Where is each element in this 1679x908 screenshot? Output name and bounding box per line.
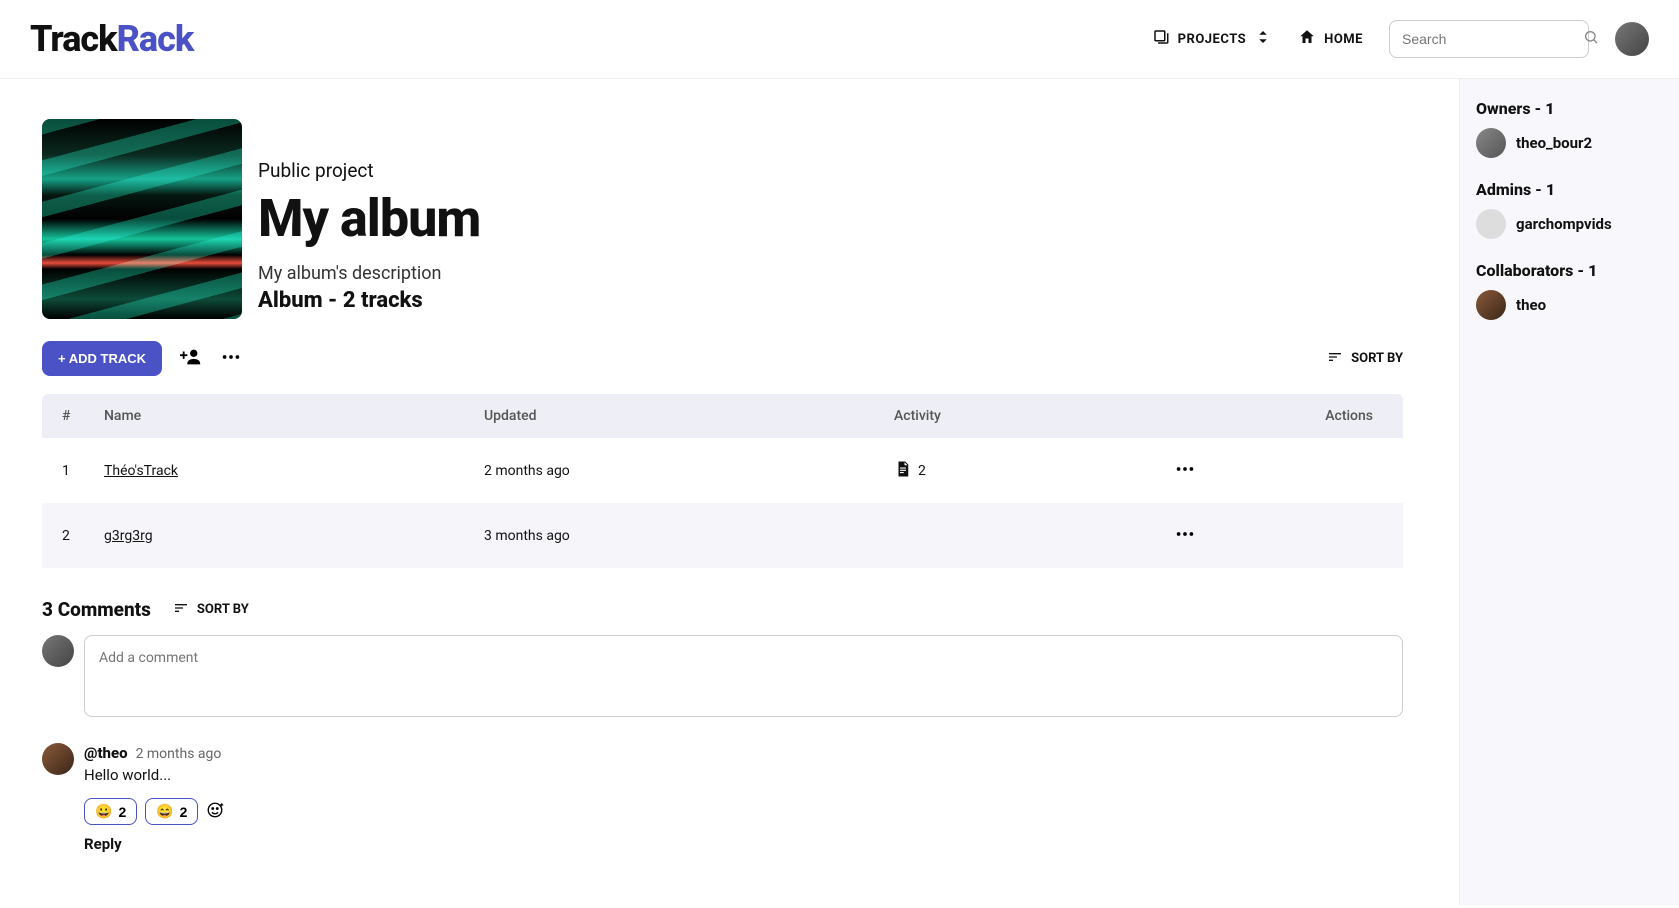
nav-projects[interactable]: PROJECTS xyxy=(1152,28,1273,50)
reaction-count: 2 xyxy=(118,804,126,820)
ellipsis-icon xyxy=(1174,523,1196,548)
layers-icon xyxy=(1152,28,1170,50)
reply-button[interactable]: Reply xyxy=(84,835,224,853)
search-icon xyxy=(1583,29,1599,49)
current-user-avatar[interactable] xyxy=(42,635,74,667)
comment-author[interactable]: @theo xyxy=(84,744,128,762)
add-reaction-button[interactable] xyxy=(206,801,224,822)
chevron-updown-icon xyxy=(1254,28,1272,50)
track-link[interactable]: Théo'sTrack xyxy=(104,463,178,479)
admins-title: Admins - 1 xyxy=(1476,180,1663,199)
home-icon xyxy=(1298,28,1316,50)
reaction-emoji: 😄 xyxy=(156,803,173,820)
sort-icon xyxy=(173,600,189,620)
nav-projects-label: PROJECTS xyxy=(1178,32,1247,47)
sort-icon xyxy=(1327,349,1343,369)
add-collaborator-button[interactable] xyxy=(180,346,202,371)
search-input[interactable] xyxy=(1402,31,1583,47)
col-header-updated: Updated xyxy=(472,394,882,438)
comment-author-avatar[interactable] xyxy=(42,743,74,775)
user-avatar-icon xyxy=(1476,290,1506,320)
user-avatar-icon xyxy=(1476,209,1506,239)
track-number: 2 xyxy=(42,503,92,568)
ellipsis-icon xyxy=(220,346,242,371)
logo[interactable]: TrackRack xyxy=(30,18,193,60)
reaction-count: 2 xyxy=(180,804,188,820)
logo-part-1: Track xyxy=(30,18,117,60)
owner-name: theo_bour2 xyxy=(1516,134,1592,152)
admin-name: garchompvids xyxy=(1516,215,1612,233)
top-nav: TrackRack PROJECTS HOME xyxy=(0,0,1679,79)
admin-user[interactable]: garchompvids xyxy=(1476,209,1663,239)
collaborators-title: Collaborators - 1 xyxy=(1476,261,1663,280)
comment: @theo 2 months ago Hello world... 😀 2 😄 … xyxy=(42,743,1403,853)
tracks-table: # Name Updated Activity Actions 1 Théo's… xyxy=(42,394,1403,568)
nav-home-label: HOME xyxy=(1324,32,1363,47)
project-subtitle: Album - 2 tracks xyxy=(258,288,480,313)
col-header-actions: Actions xyxy=(1162,394,1403,438)
sort-tracks-button[interactable]: SORT BY xyxy=(1327,349,1403,369)
project-toolbar: + ADD TRACK SORT BY xyxy=(42,341,1403,376)
project-header: Public project My album My album's descr… xyxy=(42,119,1403,319)
project-visibility: Public project xyxy=(258,159,480,182)
comment-text: Hello world... xyxy=(84,766,224,784)
track-activity: 2 xyxy=(894,460,1150,482)
activity-count: 2 xyxy=(918,463,926,479)
comments-header: 3 Comments SORT BY xyxy=(42,598,1403,621)
search-box[interactable] xyxy=(1389,20,1589,58)
comment-reactions: 😀 2 😄 2 xyxy=(84,798,224,825)
owner-user[interactable]: theo_bour2 xyxy=(1476,128,1663,158)
project-cover[interactable] xyxy=(42,119,242,319)
file-icon xyxy=(894,460,912,482)
user-avatar-icon xyxy=(1476,128,1506,158)
row-actions-button[interactable] xyxy=(1174,458,1196,483)
nav-home[interactable]: HOME xyxy=(1298,28,1363,50)
track-number: 1 xyxy=(42,438,92,503)
project-description: My album's description xyxy=(258,263,480,284)
members-sidebar: Owners - 1 theo_bour2 Admins - 1 garchom… xyxy=(1459,79,1679,905)
add-track-button[interactable]: + ADD TRACK xyxy=(42,341,162,376)
main-content: Public project My album My album's descr… xyxy=(0,79,1459,905)
track-updated: 3 months ago xyxy=(472,503,882,568)
logo-part-2: Rack xyxy=(117,18,194,60)
project-title: My album xyxy=(258,188,480,249)
comment-input-row xyxy=(42,635,1403,717)
comments-title: 3 Comments xyxy=(42,598,151,621)
col-header-number: # xyxy=(42,394,92,438)
table-row[interactable]: 2 g3rg3rg 3 months ago xyxy=(42,503,1403,568)
col-header-name: Name xyxy=(92,394,472,438)
comment-time: 2 months ago xyxy=(136,746,222,762)
sort-tracks-label: SORT BY xyxy=(1351,351,1403,366)
comment-input[interactable] xyxy=(84,635,1403,717)
col-header-activity: Activity xyxy=(882,394,1162,438)
collaborator-user[interactable]: theo xyxy=(1476,290,1663,320)
sort-comments-button[interactable]: SORT BY xyxy=(173,600,249,620)
person-add-icon xyxy=(180,346,202,371)
reaction-button[interactable]: 😄 2 xyxy=(145,798,198,825)
more-options-button[interactable] xyxy=(220,346,242,371)
track-activity xyxy=(882,503,1162,568)
user-avatar[interactable] xyxy=(1615,22,1649,56)
row-actions-button[interactable] xyxy=(1174,523,1196,548)
nav-right: PROJECTS HOME xyxy=(1152,20,1649,58)
track-link[interactable]: g3rg3rg xyxy=(104,528,153,544)
sort-comments-label: SORT BY xyxy=(197,602,249,617)
add-emoji-icon xyxy=(206,801,224,822)
ellipsis-icon xyxy=(1174,458,1196,483)
reaction-button[interactable]: 😀 2 xyxy=(84,798,137,825)
owners-title: Owners - 1 xyxy=(1476,99,1663,118)
table-row[interactable]: 1 Théo'sTrack 2 months ago 2 xyxy=(42,438,1403,503)
reaction-emoji: 😀 xyxy=(95,803,112,820)
collaborator-name: theo xyxy=(1516,296,1546,314)
track-updated: 2 months ago xyxy=(472,438,882,503)
